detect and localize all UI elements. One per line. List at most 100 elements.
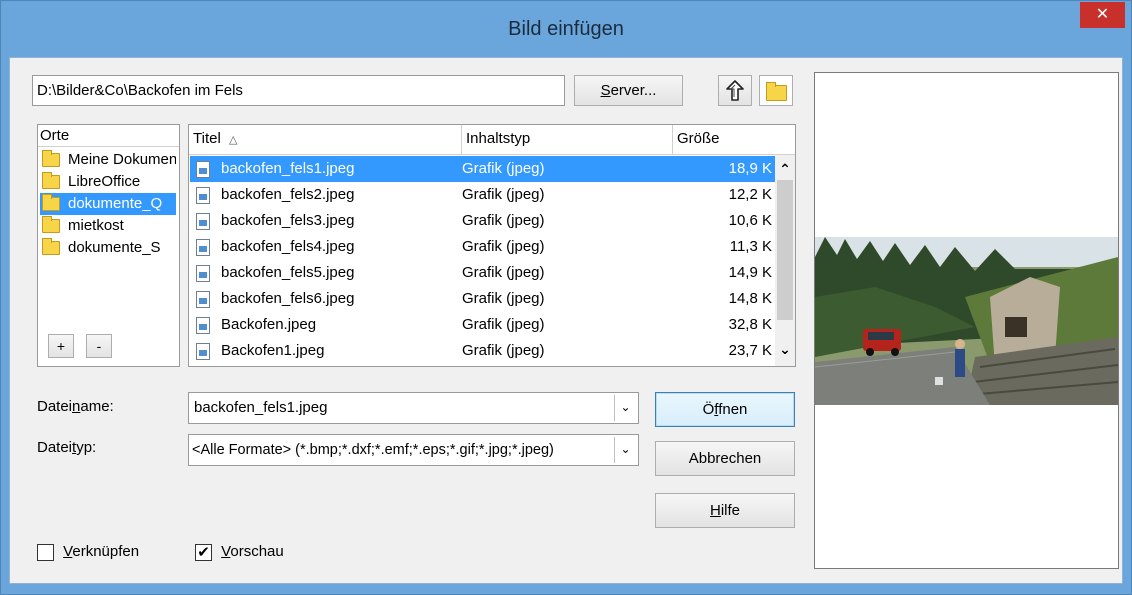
file-row[interactable]: backofen_fels3.jpeg Grafik (jpeg) 10,6 K bbox=[190, 208, 776, 234]
preview-option[interactable]: ✔ Vorschau bbox=[195, 542, 284, 562]
filetype-label-pre: Datei bbox=[37, 439, 73, 456]
column-size-label: Größe bbox=[677, 130, 720, 147]
file-size: 11,3 K bbox=[729, 238, 772, 255]
file-row[interactable]: backofen_fels4.jpeg Grafik (jpeg) 11,3 K bbox=[190, 234, 776, 260]
file-name-cell: backofen_fels2.jpeg bbox=[196, 182, 354, 208]
file-list: Titel △ Inhaltstyp Größe backofen_fels1.… bbox=[188, 124, 796, 367]
open-button[interactable]: Öffnen bbox=[655, 392, 795, 427]
preview-label-post: orschau bbox=[230, 543, 284, 560]
preview-label-accel: V bbox=[221, 543, 231, 560]
file-row[interactable]: backofen_fels2.jpeg Grafik (jpeg) 12,2 K bbox=[190, 182, 776, 208]
server-label-post: erver... bbox=[610, 82, 657, 99]
file-size: 23,7 K bbox=[728, 342, 772, 359]
file-row[interactable]: backofen_fels5.jpeg Grafik (jpeg) 14,9 K bbox=[190, 260, 776, 286]
image-file-icon bbox=[196, 212, 210, 230]
preview-label: Vorschau bbox=[221, 543, 284, 560]
folder-up-icon bbox=[726, 80, 744, 101]
filetype-label: Dateityp: bbox=[37, 439, 96, 456]
places-item-label: dokumente_Q bbox=[68, 195, 163, 212]
image-file-icon bbox=[196, 186, 210, 204]
column-header-title[interactable]: Titel △ bbox=[189, 125, 462, 155]
filetype-combo[interactable]: <Alle Formate> (*.bmp;*.dxf;*.emf;*.eps;… bbox=[188, 434, 639, 466]
filename-combo[interactable]: backofen_fels1.jpeg ⌄ bbox=[188, 392, 639, 424]
file-type: Grafik (jpeg) bbox=[462, 238, 545, 255]
help-label-post: ilfe bbox=[720, 502, 741, 519]
add-place-button[interactable]: + bbox=[48, 334, 74, 358]
file-size: 10,6 K bbox=[728, 212, 772, 229]
places-item[interactable]: Meine Dokumente bbox=[40, 149, 176, 171]
scroll-thumb[interactable] bbox=[777, 180, 793, 320]
filename-value: backofen_fels1.jpeg bbox=[194, 399, 328, 416]
scroll-down-icon: ⌄ bbox=[779, 341, 791, 357]
dialog-body: D:\Bilder&Co\Backofen im Fels Server... … bbox=[9, 57, 1123, 584]
file-type: Grafik (jpeg) bbox=[462, 342, 545, 359]
image-file-icon bbox=[196, 290, 210, 308]
preview-checkbox[interactable]: ✔ bbox=[195, 543, 212, 561]
file-name-cell: backofen_fels3.jpeg bbox=[196, 208, 354, 234]
link-label-post: erknüpfen bbox=[72, 543, 140, 560]
new-folder-button[interactable] bbox=[759, 75, 793, 106]
filetype-value: <Alle Formate> (*.bmp;*.dxf;*.emf;*.eps;… bbox=[192, 442, 554, 458]
server-label-accel: S bbox=[600, 82, 611, 99]
close-button[interactable]: ✕ bbox=[1080, 2, 1125, 28]
new-folder-icon bbox=[766, 82, 787, 101]
filetype-dropdown-button[interactable]: ⌄ bbox=[614, 437, 636, 463]
file-name: Backofen1.jpeg bbox=[221, 342, 325, 359]
path-input[interactable]: D:\Bilder&Co\Backofen im Fels bbox=[32, 75, 565, 106]
folder-icon bbox=[42, 150, 60, 168]
folder-icon bbox=[42, 194, 60, 212]
link-option[interactable]: Verknüpfen bbox=[37, 542, 139, 562]
file-name: backofen_fels5.jpeg bbox=[221, 264, 355, 281]
folder-icon bbox=[42, 172, 60, 190]
places-item[interactable]: dokumente_S bbox=[40, 237, 176, 259]
filename-label-post: ame: bbox=[80, 398, 114, 415]
help-label-accel: H bbox=[709, 502, 721, 519]
places-header: Orte bbox=[38, 125, 179, 147]
file-row[interactable]: backofen_fels6.jpeg Grafik (jpeg) 14,8 K bbox=[190, 286, 776, 312]
places-item[interactable]: dokumente_Q bbox=[40, 193, 176, 215]
file-row[interactable]: backofen_fels1.jpeg Grafik (jpeg) 18,9 K bbox=[190, 156, 776, 182]
cancel-button[interactable]: Abbrechen bbox=[655, 441, 795, 476]
places-item-label: dokumente_S bbox=[68, 239, 161, 256]
remove-place-button[interactable]: - bbox=[86, 334, 112, 358]
link-label-accel: V bbox=[63, 543, 73, 560]
file-name-cell: backofen_fels6.jpeg bbox=[196, 286, 354, 312]
file-row[interactable]: Backofen1.jpeg Grafik (jpeg) 23,7 K bbox=[190, 338, 776, 364]
close-icon: ✕ bbox=[1095, 6, 1110, 23]
scroll-down-button[interactable]: ⌄ bbox=[775, 342, 795, 364]
file-list-scrollbar[interactable]: ⌃ ⌄ bbox=[775, 155, 795, 366]
file-name: backofen_fels1.jpeg bbox=[221, 160, 355, 177]
file-type: Grafik (jpeg) bbox=[462, 160, 545, 177]
file-type: Grafik (jpeg) bbox=[462, 316, 545, 333]
preview-image bbox=[815, 237, 1118, 405]
file-row[interactable]: Backofen.jpeg Grafik (jpeg) 32,8 K bbox=[190, 312, 776, 338]
scroll-up-icon: ⌃ bbox=[779, 161, 791, 177]
cancel-label: Abbrechen bbox=[688, 450, 762, 467]
title-bar[interactable]: Bild einfügen ✕ bbox=[1, 1, 1131, 63]
places-item[interactable]: mietkost bbox=[40, 215, 176, 237]
image-file-icon bbox=[196, 342, 210, 360]
preview-pane bbox=[814, 72, 1119, 569]
scroll-up-button[interactable]: ⌃ bbox=[775, 156, 795, 178]
column-header-type[interactable]: Inhaltstyp bbox=[462, 125, 673, 155]
image-file-icon bbox=[196, 160, 210, 178]
file-name-cell: backofen_fels4.jpeg bbox=[196, 234, 354, 260]
places-item[interactable]: LibreOffice bbox=[40, 171, 176, 193]
file-name-cell: Backofen1.jpeg bbox=[196, 338, 324, 364]
file-type: Grafik (jpeg) bbox=[462, 186, 545, 203]
add-place-label: + bbox=[56, 338, 66, 354]
places-item-label: Meine Dokumente bbox=[68, 151, 176, 168]
file-name: backofen_fels2.jpeg bbox=[221, 186, 355, 203]
open-label-post: fnen bbox=[718, 401, 748, 418]
image-file-icon bbox=[196, 316, 210, 334]
filename-dropdown-button[interactable]: ⌄ bbox=[614, 395, 636, 421]
file-size: 14,9 K bbox=[728, 264, 772, 281]
up-level-button[interactable] bbox=[718, 75, 752, 106]
server-button[interactable]: Server... bbox=[574, 75, 683, 106]
help-button[interactable]: Hilfe bbox=[655, 493, 795, 528]
open-label-pre: Ö bbox=[702, 401, 715, 418]
column-header-size[interactable]: Größe bbox=[673, 125, 795, 155]
chevron-down-icon: ⌄ bbox=[620, 442, 631, 456]
link-checkbox[interactable] bbox=[37, 543, 54, 561]
places-item-label: mietkost bbox=[68, 217, 124, 234]
